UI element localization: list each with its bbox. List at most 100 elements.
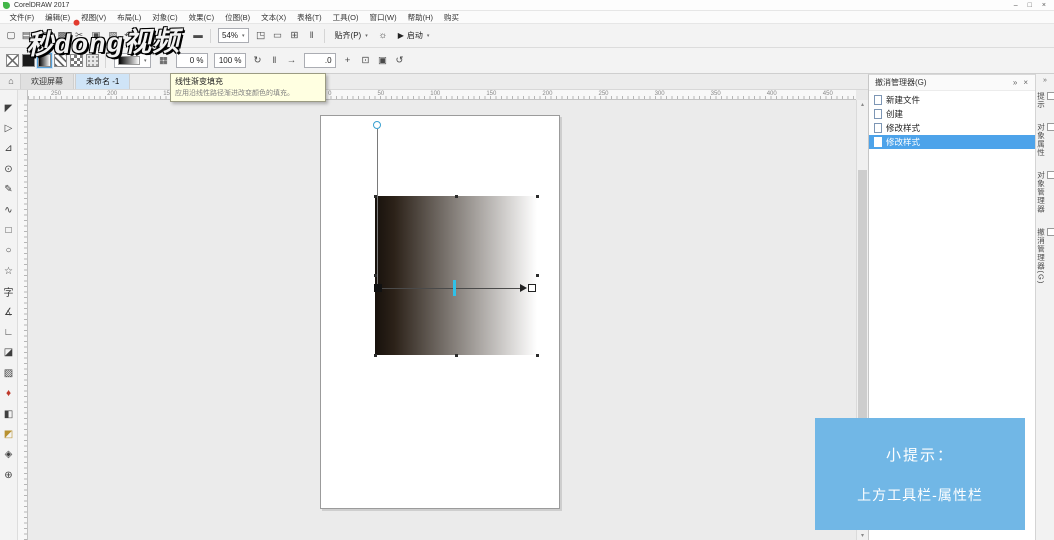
home-tab-icon[interactable]: ⌂	[2, 73, 20, 89]
outline-pen-tool[interactable]: ◈	[0, 445, 18, 465]
smooth-fill-button[interactable]: ⊡	[358, 52, 374, 69]
artistic-media-tool[interactable]: ∿	[0, 200, 18, 220]
selection-handle[interactable]	[536, 354, 539, 357]
launch-dropdown[interactable]: ▶ 启动 ▾	[395, 28, 433, 43]
gradient-end-node[interactable]	[528, 284, 536, 292]
scrollbar-thumb[interactable]	[858, 170, 867, 420]
menu-item[interactable]: 帮助(H)	[402, 11, 438, 24]
no-fill-button[interactable]	[6, 54, 19, 67]
scroll-up-icon[interactable]: ▴	[857, 101, 868, 108]
tooltip-title: 线性渐变填充	[175, 77, 223, 86]
docker-close-icon[interactable]: ×	[1020, 78, 1031, 87]
menu-item[interactable]: 表格(T)	[292, 11, 328, 24]
selection-handle[interactable]	[536, 274, 539, 277]
show-grid-button[interactable]: ⊞	[287, 27, 303, 44]
copy-fill-button[interactable]: ▣	[375, 52, 391, 69]
gradient-midpoint-slider[interactable]	[453, 280, 456, 296]
window-title: CorelDRAW 2017	[14, 1, 70, 9]
undo-history-item[interactable]: 新建文件	[869, 93, 1035, 107]
docker-tab[interactable]: 对象属性	[1036, 123, 1054, 157]
undo-history-item[interactable]: 修改样式	[869, 135, 1035, 149]
options-button[interactable]: ☼	[375, 27, 391, 44]
undo-item-label: 新建文件	[886, 95, 921, 105]
menu-item[interactable]: 购买	[439, 11, 465, 24]
dropdown-caret-icon: ▾	[365, 32, 368, 39]
freeze-fill-button[interactable]: ‖	[267, 52, 283, 69]
reset-fill-button[interactable]: ↺	[392, 52, 408, 69]
menu-item[interactable]: 工具(O)	[327, 11, 364, 24]
angle-field[interactable]: .0	[303, 53, 336, 68]
transparency-field[interactable]: 100 %	[213, 53, 246, 68]
publish-pdf-button[interactable]: ▬	[190, 27, 206, 44]
rotate-fill-button[interactable]: ↻	[250, 52, 266, 69]
docker-tab[interactable]: 对象管理器	[1036, 171, 1054, 214]
plus-icon: +	[344, 55, 351, 66]
transparency-tool[interactable]: ▨	[0, 363, 18, 383]
show-guidelines-button[interactable]: ‖	[304, 27, 320, 44]
shape-tool[interactable]: ▷	[0, 118, 18, 138]
ruler-origin-icon[interactable]	[18, 90, 28, 100]
zoom-tool[interactable]: ⊙	[0, 159, 18, 179]
docker-header-icons: » ×	[1010, 78, 1031, 87]
pick-tool[interactable]: ◤	[0, 98, 18, 118]
interactive-fill-tool[interactable]: ◧	[0, 404, 18, 424]
gradient-rectangle[interactable]	[375, 196, 537, 355]
menu-item[interactable]: 窗口(W)	[364, 11, 402, 24]
color-eyedropper-tool[interactable]: ♦	[0, 383, 18, 403]
crop-tool[interactable]: ⊿	[0, 139, 18, 159]
selection-handle[interactable]	[536, 195, 539, 198]
docker-menu-icon[interactable]: »	[1010, 78, 1020, 87]
menu-item[interactable]: 文本(X)	[256, 11, 292, 24]
selection-handle[interactable]	[455, 354, 458, 357]
document-icon	[874, 109, 882, 119]
new-document-button[interactable]: ▢	[3, 27, 19, 44]
docker-collapse-icon[interactable]: »	[1043, 77, 1047, 84]
docker-header: 撤消管理器(G) » ×	[869, 75, 1035, 91]
docker-title: 撤消管理器(G)	[875, 78, 927, 87]
menu-item[interactable]: 文件(F)	[4, 11, 40, 24]
launch-icon: ▶	[397, 31, 404, 40]
freehand-tool[interactable]: ✎	[0, 180, 18, 200]
close-button[interactable]: ×	[1037, 2, 1051, 9]
rectangle-tool[interactable]: □	[0, 220, 18, 240]
menu-item[interactable]: 位图(B)	[220, 11, 256, 24]
connector-tool[interactable]: ∟	[0, 322, 18, 342]
drop-shadow-tool[interactable]: ◪	[0, 343, 18, 363]
maximize-button[interactable]: □	[1023, 2, 1037, 9]
coreldraw-window: CorelDRAW 2017 – □ × 文件(F) 编辑(E) 视图(V) 布局(L) 对…	[0, 0, 1054, 540]
undo-history-item[interactable]: 创建	[869, 107, 1035, 121]
drawing-canvas[interactable]	[28, 100, 856, 540]
smart-fill-tool[interactable]: ◩	[0, 424, 18, 444]
document-tab[interactable]: 未命名 -1	[75, 73, 131, 89]
menu-item[interactable]: 效果(C)	[183, 11, 219, 24]
docker-tab[interactable]: 提示	[1036, 92, 1054, 109]
show-rulers-button[interactable]: ▭	[270, 27, 286, 44]
gradient-start-node[interactable]	[374, 284, 382, 292]
selection-handle[interactable]	[455, 195, 458, 198]
more-tools-button[interactable]: ⊕	[0, 465, 18, 485]
scroll-down-icon[interactable]: ▾	[857, 532, 868, 539]
launch-label: 启动	[406, 31, 423, 40]
toolbar-separator	[323, 28, 325, 43]
selection-handle[interactable]	[374, 354, 377, 357]
gradient-rotation-handle[interactable]	[373, 121, 381, 129]
vertical-ruler[interactable]	[18, 100, 28, 540]
fullscreen-preview-button[interactable]: ◳	[253, 27, 269, 44]
polygon-tool[interactable]: ☆	[0, 261, 18, 281]
minimize-button[interactable]: –	[1009, 2, 1023, 9]
toolbar-button-icon: ↻	[253, 55, 262, 66]
docker-tab[interactable]: 撤消管理器(G)	[1036, 228, 1054, 284]
ellipse-tool[interactable]: ○	[0, 241, 18, 261]
snap-dropdown[interactable]: 贴齐(P) ▾	[332, 28, 371, 43]
document-icon	[874, 123, 882, 133]
increase-button[interactable]: +	[340, 52, 356, 69]
document-tab[interactable]: 欢迎屏幕	[20, 73, 74, 89]
fill-direction-button[interactable]: →	[284, 52, 300, 69]
toolbar-icons-right: ◳ ▭ ⊞ ‖	[253, 27, 320, 44]
horizontal-ruler[interactable]: 2502001501005005010015020025030035040045…	[18, 90, 856, 100]
zoom-level-combo[interactable]: 54% ▾	[218, 28, 249, 43]
parallel-dimension-tool[interactable]: ∡	[0, 302, 18, 322]
toolbar-button-icon: →	[286, 55, 297, 66]
text-tool[interactable]: 字	[0, 282, 18, 302]
undo-history-item[interactable]: 修改样式	[869, 121, 1035, 135]
